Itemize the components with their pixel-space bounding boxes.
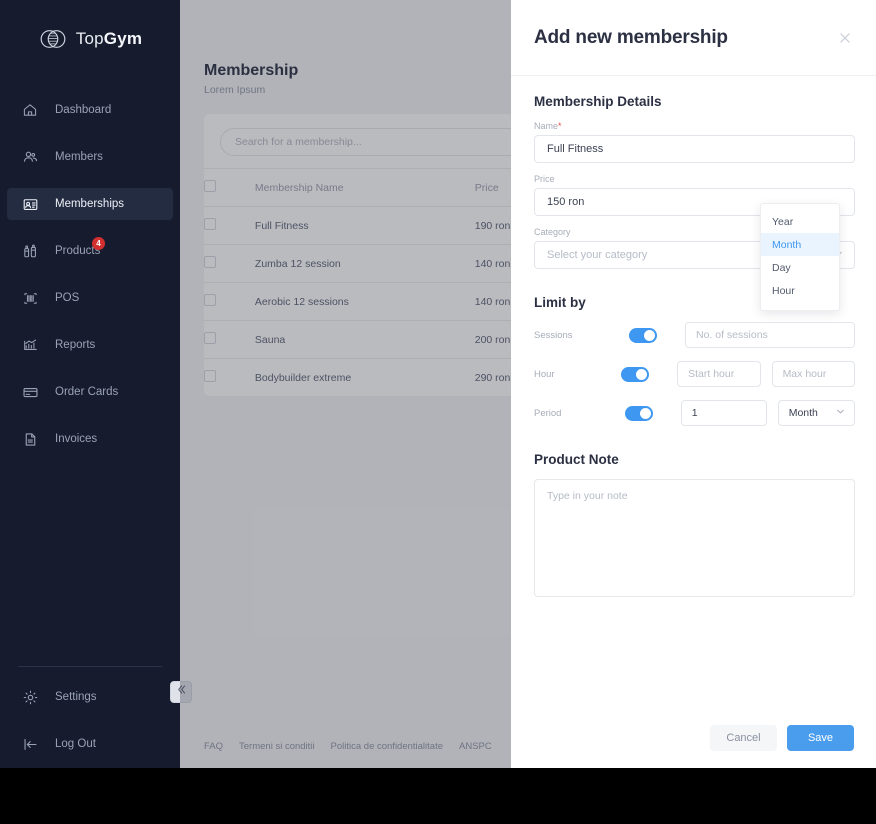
nav-gap [0,361,180,376]
brand-name-light: Top [75,29,104,48]
logout-icon [21,735,39,753]
bar-chart-icon [21,336,39,354]
brand-name: TopGym [76,29,142,49]
sidebar-item-pos[interactable]: POS [7,282,173,314]
barcode-icon [21,289,39,307]
name-input[interactable]: Full Fitness [534,135,855,163]
name-field-label: Name* [534,121,855,131]
document-icon [21,430,39,448]
nav-gap [0,220,180,235]
period-toggle[interactable] [624,405,653,421]
max-hour-input[interactable]: Max hour [771,361,855,387]
sessions-toggle[interactable] [629,327,657,343]
limit-row-period: Period 1 Month [534,400,855,426]
period-label: Period [534,407,562,419]
sessions-input[interactable]: No. of sessions [685,322,855,348]
sidebar-item-products[interactable]: Products 4 [7,235,173,267]
required-mark: * [558,121,562,131]
category-placeholder: Select your category [547,249,648,261]
sidebar-item-label: Order Cards [55,386,119,398]
hour-label: Hour [534,368,555,380]
sidebar-item-logout[interactable]: Log Out [7,728,173,760]
save-button[interactable]: Save [787,725,854,751]
sidebar-item-label: Settings [55,691,97,703]
nav-gap [0,713,180,728]
toggle-knob [636,368,648,380]
sidebar-item-memberships[interactable]: Memberships [7,188,173,220]
sidebar-bottom: Settings Log Out [0,666,180,768]
sidebar-nav: Dashboard Members Memberships Products 4… [0,94,180,455]
sidebar-item-settings[interactable]: Settings [7,681,173,713]
section-title-product-note: Product Note [534,452,619,467]
modal-footer: Cancel Save [511,708,876,768]
toggle-knob [639,407,651,419]
users-icon [21,148,39,166]
modal-body: Membership Details Name* Full Fitness Pr… [511,76,876,708]
nav-gap [0,126,180,141]
sidebar-divider [18,666,162,667]
venn-circles-logo-icon [38,24,68,54]
nav-gap [0,173,180,188]
app-window: TopGym Dashboard Members Memberships Pro… [0,0,876,768]
dropdown-option-hour[interactable]: Hour [761,279,839,302]
add-membership-modal: Add new membership Membership Details Na… [511,0,876,768]
sidebar-item-label: POS [55,292,80,304]
nav-gap [0,314,180,329]
sidebar-item-reports[interactable]: Reports [7,329,173,361]
home-icon [21,101,39,119]
name-label-text: Name [534,121,559,131]
brand-name-bold: Gym [103,29,143,48]
dropdown-option-month[interactable]: Month [761,233,839,256]
cancel-button[interactable]: Cancel [710,725,777,751]
status-badge: 4 [92,237,105,250]
nav-gap [0,267,180,282]
limit-row-sessions: Sessions No. of sessions [534,322,855,348]
gear-icon [21,688,39,706]
sidebar-item-label: Dashboard [55,104,112,116]
sidebar: TopGym Dashboard Members Memberships Pro… [0,0,180,768]
credit-card-icon [21,383,39,401]
sessions-label: Sessions [534,329,573,341]
sidebar-item-label: Invoices [55,433,98,445]
start-hour-input[interactable]: Start hour [677,361,761,387]
section-title-details: Membership Details [534,94,662,109]
period-unit-select[interactable]: Month [777,400,855,426]
product-note-textarea[interactable]: Type in your note [534,479,855,597]
toggle-knob [644,329,655,341]
id-card-icon [21,195,39,213]
sidebar-item-label: Log Out [55,738,96,750]
close-icon[interactable] [836,29,854,47]
sidebar-item-members[interactable]: Members [7,141,173,173]
brand-logo[interactable]: TopGym [0,8,180,70]
period-unit-value: Month [788,407,818,419]
sidebar-item-order-cards[interactable]: Order Cards [7,376,173,408]
sidebar-item-label: Memberships [55,198,125,210]
nav-gap [0,408,180,423]
bottles-icon [21,242,39,260]
sidebar-item-label: Reports [55,339,96,351]
price-field-label: Price [534,174,555,184]
chevron-down-icon [835,406,846,420]
dropdown-option-year[interactable]: Year [761,210,839,233]
modal-title: Add new membership [534,26,728,48]
sidebar-item-dashboard[interactable]: Dashboard [7,94,173,126]
sidebar-item-label: Members [55,151,103,163]
modal-header: Add new membership [511,0,876,76]
period-value-input[interactable]: 1 [680,400,767,426]
period-unit-dropdown: Year Month Day Hour [760,203,840,311]
dropdown-option-day[interactable]: Day [761,256,839,279]
sidebar-item-invoices[interactable]: Invoices [7,423,173,455]
limit-row-hour: Hour Start hour Max hour [534,361,855,387]
hour-toggle[interactable] [621,366,650,382]
